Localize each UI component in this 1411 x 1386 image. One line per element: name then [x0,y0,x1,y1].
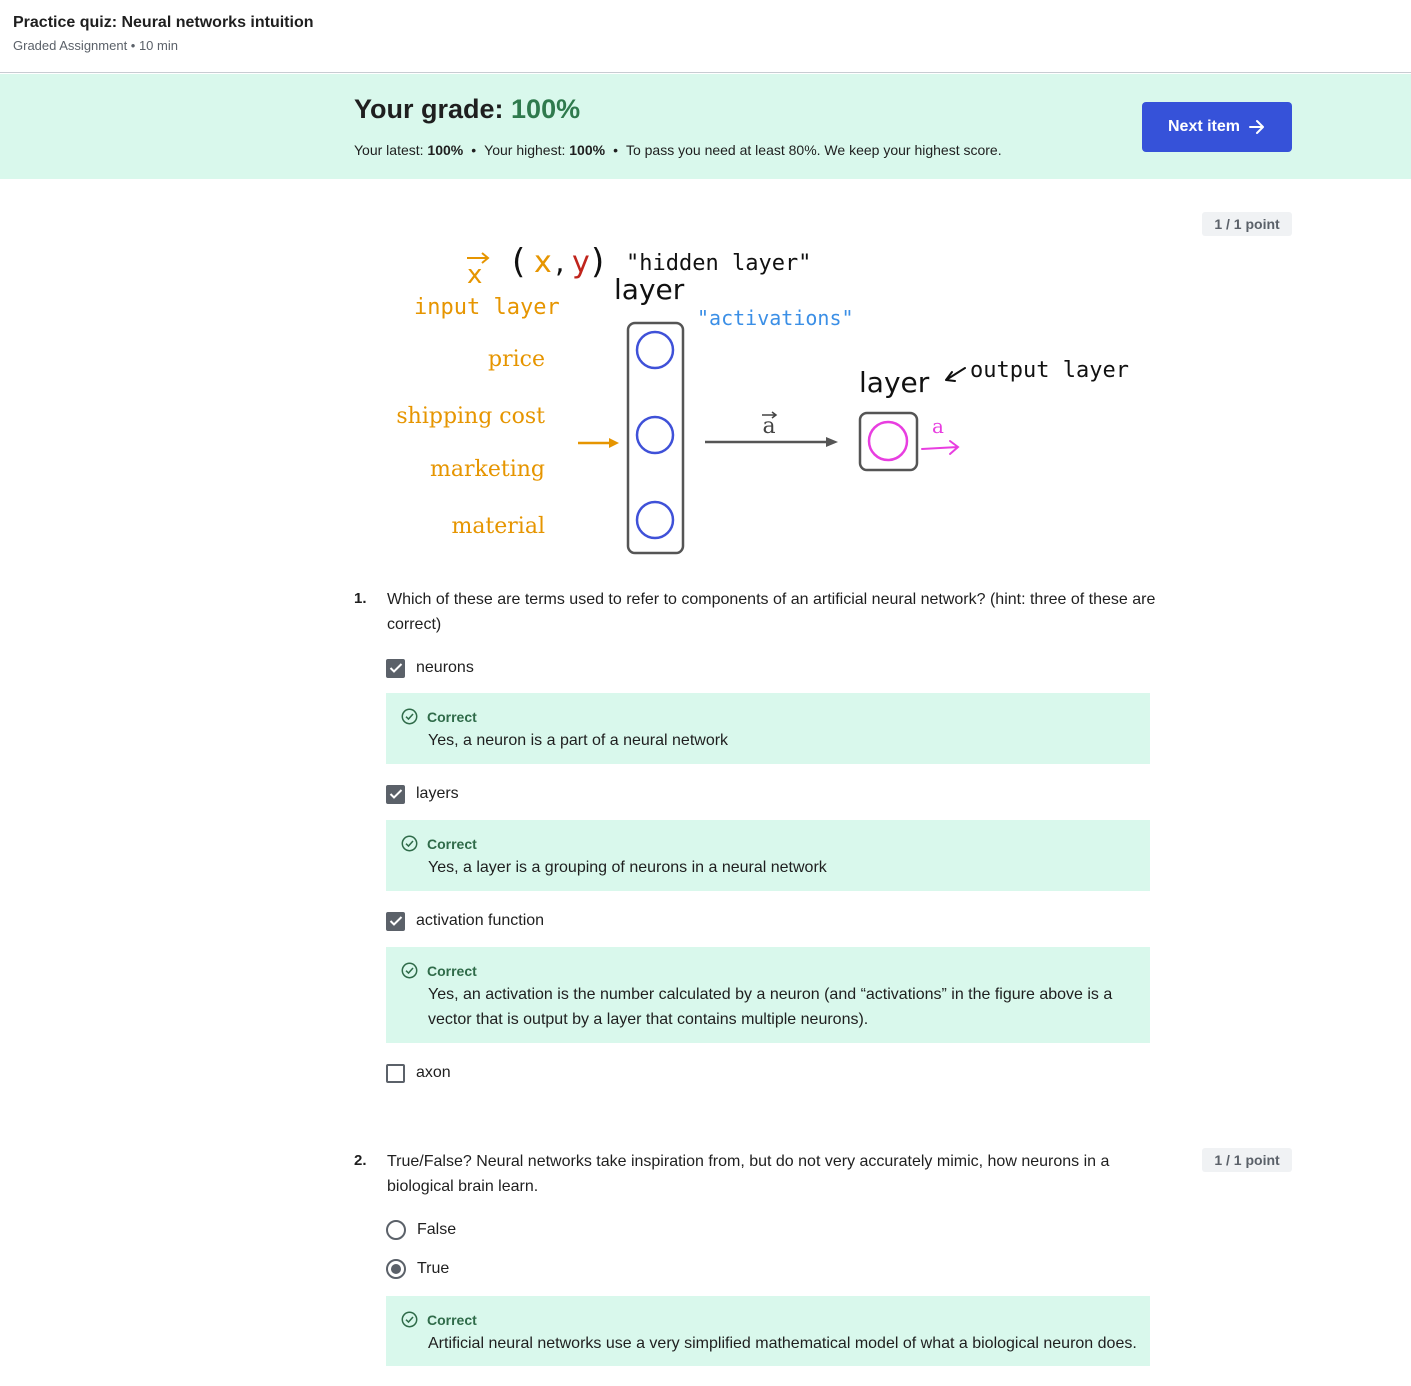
question-text: True/False? Neural networks take inspira… [387,1153,1110,1195]
grade-label: Your grade: [354,94,512,124]
xy-comma: , [555,245,565,280]
check-icon [389,663,402,673]
output-neuron [867,420,909,462]
feedback-correct: Correct Yes, a layer is a grouping of ne… [386,820,1150,891]
feedback-text: Yes, an activation is the number calcula… [428,986,1113,1028]
feedback-text: Yes, a layer is a grouping of neurons in… [428,859,827,876]
check-circle-icon [401,962,418,979]
radio-selected-dot [391,1264,401,1274]
arrow-right-icon [1249,120,1265,134]
feedback-label: Correct [427,835,477,852]
highest-value: 100% [569,142,606,158]
x-vector-label: x [467,260,482,290]
check-circle-icon [401,708,418,725]
layer-label-output: layer [859,366,930,399]
hidden-neuron [635,415,675,455]
checkbox[interactable] [386,1063,405,1083]
check-circle-icon [401,835,418,852]
feedback-label: Correct [427,1311,477,1328]
option-label: layers [416,785,459,802]
pass-note: To pass you need at least 80%. We keep y… [625,142,1002,158]
page-subtitle: Graded Assignment • 10 min [13,38,178,53]
check-icon [389,916,402,926]
separator-dot: • [471,142,477,158]
option-neurons[interactable]: neurons [386,657,474,679]
separator-dot: • [613,142,618,158]
option-label: axon [416,1064,451,1081]
latest-label: Your latest: [354,142,428,158]
grade-title: Your grade: 100% [354,94,580,125]
check-icon [389,789,402,799]
layer-label-top: layer [614,273,685,306]
a-output-label: a [932,414,944,438]
option-axon[interactable]: axon [386,1062,451,1084]
input-arrowhead-icon [609,438,619,448]
xy-close-paren: ) [591,242,604,282]
top-bar: Practice quiz: Neural networks intuition… [0,0,1411,73]
grade-stats: Your latest: 100% • Your highest: 100% • To … [354,142,1002,158]
neural-network-figure: x ( x , y ) "hidden layer" layer input l… [396,242,1129,555]
option-label: neurons [416,659,474,676]
feedback-correct: Correct Artificial neural networks use a… [386,1296,1150,1366]
latest-value: 100% [427,142,464,158]
next-item-label: Next item [1167,118,1241,135]
output-layer-label: output layer [970,358,1129,383]
radio-button[interactable] [386,1259,406,1279]
feedback-label: Correct [427,962,477,979]
points-badge: 1 / 1 point [1202,212,1292,236]
feature-shipping-cost: shipping cost [396,404,545,429]
grade-value: 100% [511,94,581,124]
checkbox[interactable] [386,784,405,804]
grade-banner: Your grade: 100% Your latest: 100% • Your … [0,74,1411,179]
option-label: activation function [416,912,545,929]
radio-button[interactable] [386,1220,406,1240]
pointer-arrow-icon [945,367,966,382]
feedback-correct: Correct Yes, an activation is the number… [386,947,1150,1043]
option-activation-function[interactable]: activation function [386,910,544,932]
feedback-header: Correct [401,962,477,979]
feedback-text: Artificial neural networks use a very si… [428,1335,1137,1352]
xy-open-paren: ( [512,242,525,282]
feedback-header: Correct [401,1311,477,1328]
hidden-neuron [635,330,675,370]
option-label: False [417,1221,457,1238]
xy-x: x [534,245,552,280]
checkbox[interactable] [386,658,405,678]
points-badge: 1 / 1 point [1202,1148,1292,1172]
feature-price: price [488,347,545,372]
feature-marketing: marketing [430,457,545,482]
option-true[interactable]: True [386,1258,449,1280]
a-vector-label: a [762,414,775,439]
option-false[interactable]: False [386,1219,456,1241]
activations-label: "activations" [697,306,854,330]
feedback-correct: Correct Yes, a neuron is a part of a neu… [386,693,1150,764]
feedback-header: Correct [401,835,477,852]
input-layer-label: input layer [414,295,560,320]
question-text: Which of these are terms used to refer t… [387,591,1156,633]
xy-y: y [572,245,590,280]
option-layers[interactable]: layers [386,783,459,805]
hidden-neuron [635,500,675,540]
question-number: 2. [354,1152,367,1169]
activation-arrowhead-icon [826,437,838,447]
output-arrow-icon [921,440,960,455]
check-circle-icon [401,1311,418,1328]
option-label: True [417,1260,450,1277]
highest-label: Your highest: [484,142,570,158]
feedback-label: Correct [427,708,477,725]
next-item-button[interactable]: Next item [1142,102,1292,152]
feedback-header: Correct [401,708,477,725]
feedback-text: Yes, a neuron is a part of a neural netw… [428,732,729,749]
feature-material: material [451,514,545,539]
question-number: 1. [354,590,367,607]
page-title: Practice quiz: Neural networks intuition [13,14,314,31]
checkbox[interactable] [386,911,405,931]
